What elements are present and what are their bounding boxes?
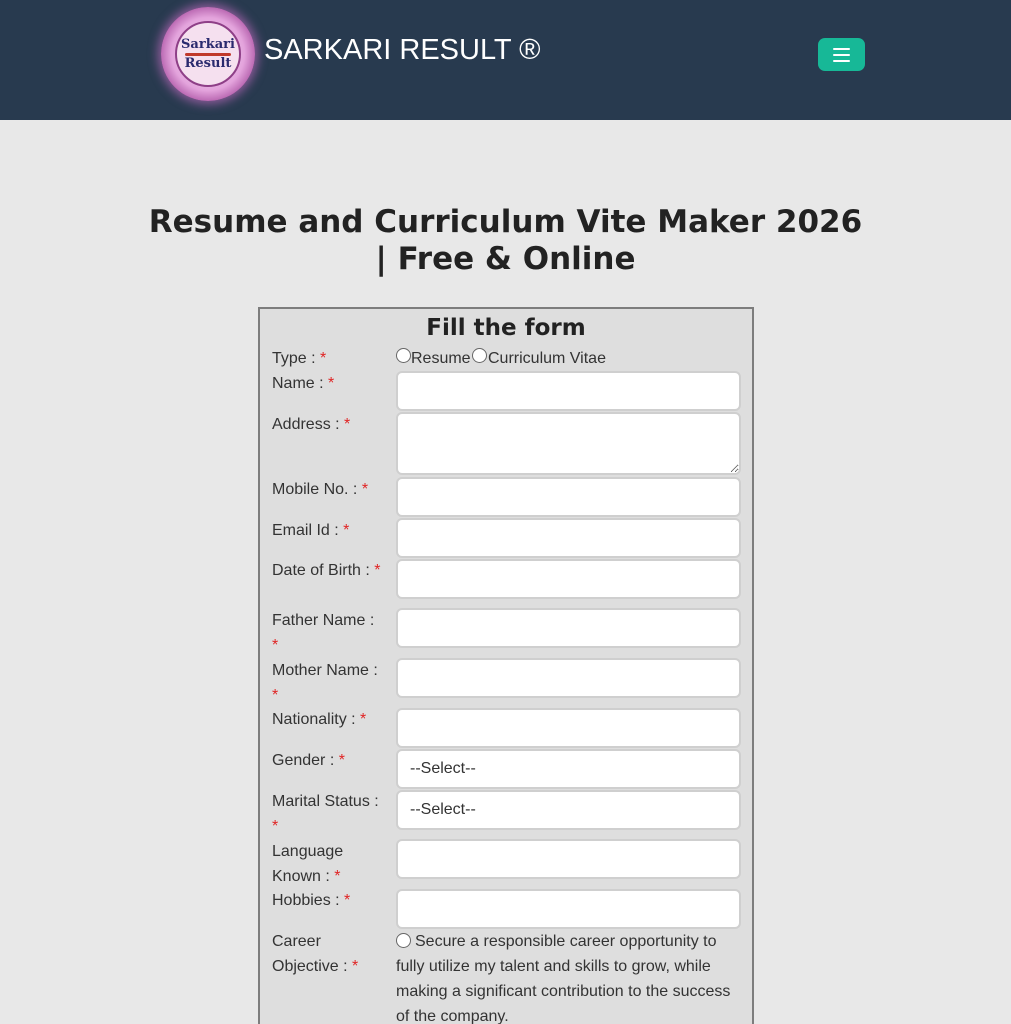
marital-status-label-text: Marital Status :: [272, 793, 379, 810]
site-title[interactable]: SARKARI RESULT ®: [264, 30, 541, 70]
mother-name-label-text: Mother Name :: [272, 662, 378, 679]
form-heading: Fill the form: [426, 315, 586, 341]
site-header: Sarkari Result SARKARI RESULT ®: [0, 0, 1011, 120]
type-cv-radio[interactable]: [472, 348, 487, 363]
name-label-text: Name :: [272, 375, 324, 392]
type-label: Type : *: [272, 346, 384, 371]
name-label: Name : *: [272, 371, 384, 396]
gender-label: Gender : *: [272, 748, 384, 773]
email-label-text: Email Id :: [272, 522, 339, 539]
required-mark: *: [344, 892, 351, 909]
marital-status-select[interactable]: --Select--: [396, 790, 741, 830]
site-logo[interactable]: Sarkari Result: [161, 7, 255, 101]
address-textarea[interactable]: [396, 412, 741, 475]
logo-text-line1: Sarkari: [181, 36, 235, 52]
mobile-input[interactable]: [396, 477, 741, 517]
marital-status-label: Marital Status : *: [272, 789, 384, 839]
type-cv-label[interactable]: Curriculum Vitae: [488, 349, 606, 369]
menu-bar: [833, 59, 850, 62]
mother-name-input[interactable]: [396, 658, 741, 698]
language-known-label: Language Known : *: [272, 839, 384, 889]
menu-bar: [833, 53, 850, 56]
mobile-label-text: Mobile No. :: [272, 481, 358, 498]
required-mark: *: [272, 637, 279, 654]
father-name-label: Father Name : *: [272, 608, 384, 658]
nationality-input[interactable]: [396, 708, 741, 748]
required-mark: *: [334, 868, 341, 885]
career-objective-option[interactable]: Secure a responsible career opportunity …: [396, 929, 741, 1024]
hobbies-label: Hobbies : *: [272, 888, 384, 913]
email-label: Email Id : *: [272, 518, 384, 543]
name-input[interactable]: [396, 371, 741, 411]
required-mark: *: [374, 562, 381, 579]
dob-label-text: Date of Birth :: [272, 562, 370, 579]
career-objective-text: Secure a responsible career opportunity …: [396, 933, 731, 1024]
required-mark: *: [320, 350, 327, 367]
logo-text-line2: Result: [184, 55, 232, 71]
hamburger-menu-icon[interactable]: [818, 38, 865, 71]
address-label: Address : *: [272, 412, 384, 437]
required-mark: *: [343, 522, 350, 539]
required-mark: *: [338, 752, 345, 769]
required-mark: *: [272, 818, 279, 835]
menu-bar: [833, 47, 850, 50]
gender-label-text: Gender :: [272, 752, 335, 769]
mobile-label: Mobile No. : *: [272, 477, 384, 502]
language-known-label-text: Language Known :: [272, 843, 344, 885]
nationality-label: Nationality : *: [272, 707, 392, 732]
career-objective-radio[interactable]: [396, 933, 411, 948]
logo-badge: Sarkari Result: [175, 21, 241, 87]
required-mark: *: [361, 481, 369, 498]
type-resume-label[interactable]: Resume: [411, 349, 471, 369]
career-objective-label: Career Objective : *: [272, 929, 384, 979]
type-resume-radio[interactable]: [396, 348, 411, 363]
required-mark: *: [360, 711, 367, 728]
address-label-text: Address :: [272, 416, 340, 433]
father-name-input[interactable]: [396, 608, 741, 648]
career-objective-label-text: Career Objective :: [272, 933, 348, 975]
required-mark: *: [272, 687, 279, 704]
page-title: Resume and Curriculum Vite Maker 2026 | …: [148, 204, 863, 277]
dob-label: Date of Birth : *: [272, 558, 384, 583]
email-input[interactable]: [396, 518, 741, 558]
father-name-label-text: Father Name :: [272, 612, 375, 629]
hobbies-input[interactable]: [396, 889, 741, 929]
gender-select[interactable]: --Select--: [396, 749, 741, 789]
mother-name-label: Mother Name : *: [272, 658, 384, 708]
type-label-text: Type :: [272, 350, 316, 367]
resume-form: Fill the form Type : * Resume Curriculum…: [258, 307, 754, 1024]
required-mark: *: [328, 375, 335, 392]
language-known-input[interactable]: [396, 839, 741, 879]
required-mark: *: [352, 958, 359, 975]
required-mark: *: [344, 416, 351, 433]
nationality-label-text: Nationality :: [272, 711, 356, 728]
hobbies-label-text: Hobbies :: [272, 892, 340, 909]
dob-input[interactable]: [396, 559, 741, 599]
